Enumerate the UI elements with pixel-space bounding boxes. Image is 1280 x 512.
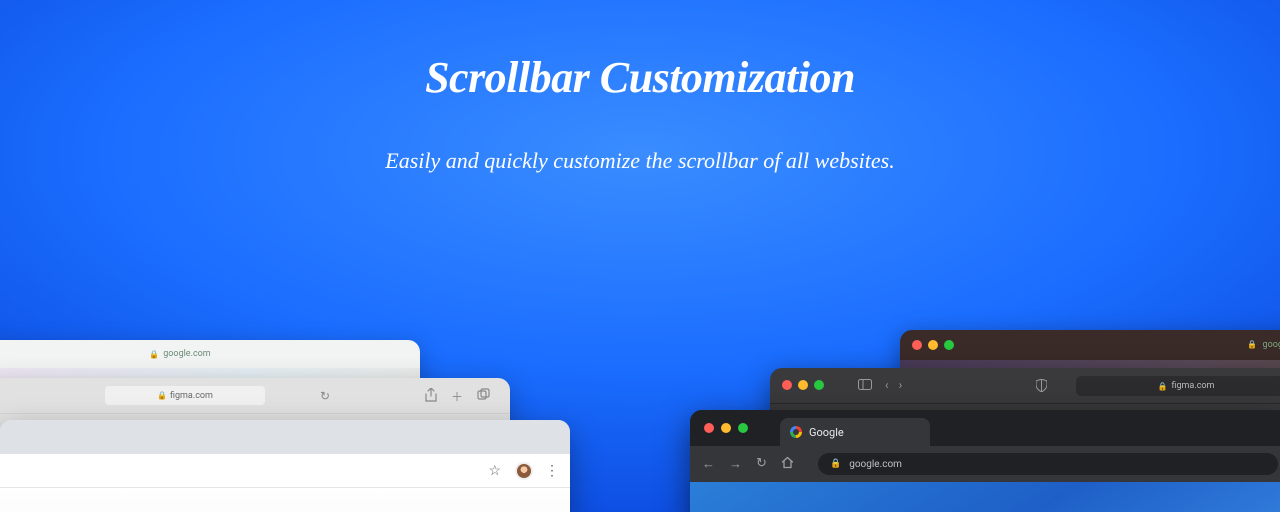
traffic-lights[interactable] <box>704 423 748 433</box>
maximize-icon[interactable] <box>738 423 748 433</box>
back-icon[interactable]: ← <box>702 456 715 473</box>
tab-title: Google <box>809 426 844 439</box>
share-icon[interactable] <box>425 388 437 405</box>
new-tab-icon[interactable]: ＋ <box>451 388 463 405</box>
reload-icon[interactable]: ↻ <box>756 456 767 473</box>
lock-icon: 🔒 <box>1247 340 1257 349</box>
home-icon[interactable] <box>781 456 794 473</box>
maximize-icon[interactable] <box>814 380 824 390</box>
lock-icon: 🔒 <box>1158 382 1168 391</box>
safari-toolbar: 🔒 figma.com ↻ ＋ <box>0 378 510 414</box>
safari-toolbar: ‹ › 🔒 figma.com <box>770 368 1280 404</box>
back-icon[interactable]: ‹ <box>885 378 889 392</box>
profile-avatar[interactable] <box>515 462 533 480</box>
minimize-icon[interactable] <box>928 340 938 350</box>
privacy-shield-icon[interactable] <box>1036 379 1047 395</box>
maximize-icon[interactable] <box>944 340 954 350</box>
chrome-toolbar: ☆ ⋮ <box>0 454 570 488</box>
hero-subtitle-text: Easily and quickly customize the scrollb… <box>385 148 894 173</box>
hero-title: Scrollbar Customization <box>0 52 1280 103</box>
reload-icon[interactable]: ↻ <box>320 389 330 403</box>
chrome-toolbar: ← → ↻ 🔒 google.com <box>690 446 1280 482</box>
sidebar-icon[interactable] <box>858 379 872 393</box>
tabs-icon[interactable] <box>477 388 490 405</box>
omnibox-url: google.com <box>849 459 902 470</box>
menu-dots-icon[interactable]: ⋮ <box>545 463 558 479</box>
close-icon[interactable] <box>912 340 922 350</box>
minimize-icon[interactable] <box>721 423 731 433</box>
forward-icon[interactable]: → <box>729 456 742 473</box>
window-content <box>0 488 570 512</box>
close-icon[interactable] <box>704 423 714 433</box>
lock-icon: 🔒 <box>149 350 159 359</box>
close-icon[interactable] <box>782 380 792 390</box>
light-chrome-window: ☆ ⋮ <box>0 420 570 512</box>
light-browser-stack: 🔒 google.com 🔒 figma.com ↻ ＋ <box>0 340 640 512</box>
nav-controls: ← → ↻ <box>702 456 794 473</box>
address-url: google.com <box>163 349 210 359</box>
hero-subtitle: Easily and quickly customize the scrollb… <box>385 148 894 174</box>
dark-chrome-window: Google ← → ↻ 🔒 google.com <box>690 410 1280 512</box>
address-url: figma.com <box>170 391 213 401</box>
nav-arrows: ‹ › <box>885 378 902 392</box>
dark-browser-stack: 🔒 google.com ‹ › <box>640 330 1280 512</box>
address-url: figma.com <box>1172 381 1215 391</box>
minimize-icon[interactable] <box>798 380 808 390</box>
browser-tab[interactable]: Google <box>780 418 930 446</box>
lock-icon: 🔒 <box>830 459 841 469</box>
address-url: google.com <box>1263 340 1280 350</box>
chrome-tabstrip: Google <box>690 410 1280 446</box>
google-favicon-icon <box>790 426 802 438</box>
safari-toolbar: 🔒 google.com <box>0 340 420 368</box>
promo-canvas: Scrollbar Customization Easily and quick… <box>0 0 1280 512</box>
hero-subtitle-wrap: Easily and quickly customize the scrollb… <box>0 148 1280 174</box>
window-content <box>690 482 1280 512</box>
traffic-lights[interactable] <box>782 380 824 390</box>
omnibox[interactable]: 🔒 google.com <box>818 453 1278 475</box>
bookmark-star-icon[interactable]: ☆ <box>488 463 501 479</box>
safari-titlebar: 🔒 google.com <box>900 330 1280 360</box>
address-bar[interactable]: 🔒 figma.com <box>105 386 265 405</box>
address-url-wrap: 🔒 google.com <box>1247 340 1280 350</box>
forward-icon[interactable]: › <box>899 378 903 392</box>
chrome-tabstrip <box>0 420 570 454</box>
address-bar[interactable]: 🔒 figma.com <box>1076 376 1280 396</box>
traffic-lights[interactable] <box>912 340 954 350</box>
lock-icon: 🔒 <box>157 391 167 400</box>
